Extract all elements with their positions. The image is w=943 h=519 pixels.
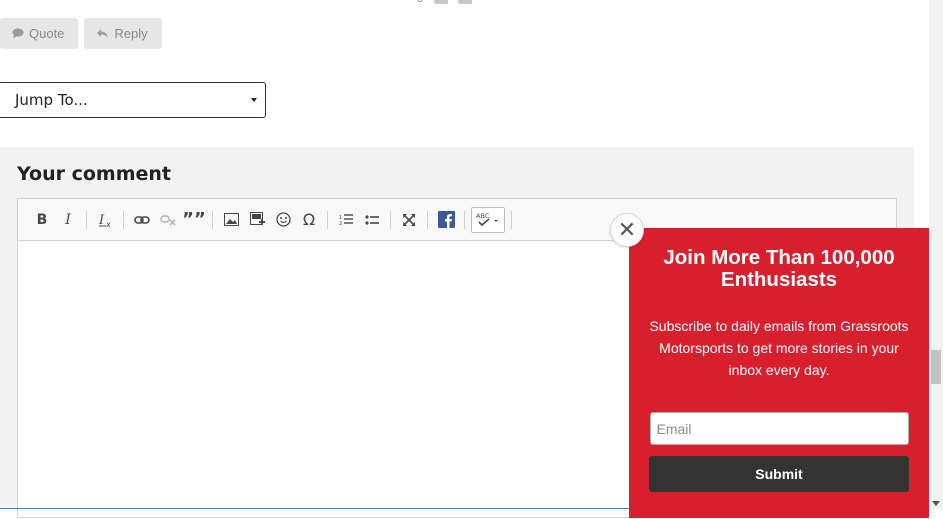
facebook-embed-button[interactable] [434,208,458,232]
special-character-button[interactable]: Ω [297,208,321,232]
submit-button[interactable]: Submit [649,456,909,492]
svg-text:ABC: ABC [476,212,490,220]
maximize-button[interactable] [397,208,421,232]
bold-button[interactable]: B [30,208,54,232]
toolbar-separator [86,210,87,229]
image-button[interactable] [219,208,243,232]
link-button[interactable] [130,208,154,232]
numbered-list-button[interactable]: 12 [334,208,358,232]
quote-label: Quote [29,26,65,41]
vote-count: 0 [416,0,424,6]
toolbar-separator [427,210,428,229]
svg-text:2: 2 [339,221,342,226]
bullet-list-button[interactable] [360,208,384,232]
dropdown-caret-icon [251,98,257,102]
quote-button[interactable]: Quote [0,18,79,49]
reply-button[interactable]: Reply [84,18,162,49]
unlink-button[interactable] [156,208,180,232]
toolbar-separator [327,210,328,229]
scroll-down-arrow-icon[interactable] [932,501,940,506]
italic-button[interactable]: I [56,208,80,232]
toolbar-separator [390,210,391,229]
vote-row: 0 [416,0,473,6]
scrollbar[interactable] [929,0,943,509]
popup-description: Subscribe to daily emails from Grassroot… [649,318,909,378]
jump-to-select[interactable]: Jump To... [0,82,266,118]
toolbar-separator [123,210,124,229]
email-field[interactable] [649,412,909,445]
post-actions: Quote Reply [0,18,162,49]
blockquote-button[interactable]: ”” [182,208,206,232]
thumbs-up-icon[interactable] [434,0,449,4]
svg-text:x: x [106,220,111,228]
thumbs-down-icon[interactable] [458,0,473,4]
toolbar-separator [212,210,213,229]
close-popup-button[interactable]: ✕ [610,213,644,247]
clear-format-button[interactable]: Ix [93,208,117,232]
scrollbar-thumb[interactable] [931,350,941,384]
quote-mark-icon: ”” [182,209,206,230]
toolbar-separator [464,210,465,229]
insert-media-button[interactable] [245,208,269,232]
reply-label: Reply [114,26,148,41]
reply-arrow-icon [96,28,109,39]
speech-bubble-icon [12,28,24,39]
spellcheck-button[interactable]: ABC [471,206,505,233]
popup-title: Join More Than 100,000 Enthusiasts [663,246,895,291]
comment-title: Your comment [17,163,171,185]
toolbar-separator [511,210,512,229]
close-icon: ✕ [617,217,637,243]
omega-icon: Ω [302,210,316,229]
smiley-button[interactable] [271,208,295,232]
jump-to-value: Jump To... [15,91,88,109]
newsletter-popup: Join More Than 100,000 Enthusiasts Subsc… [629,228,929,518]
